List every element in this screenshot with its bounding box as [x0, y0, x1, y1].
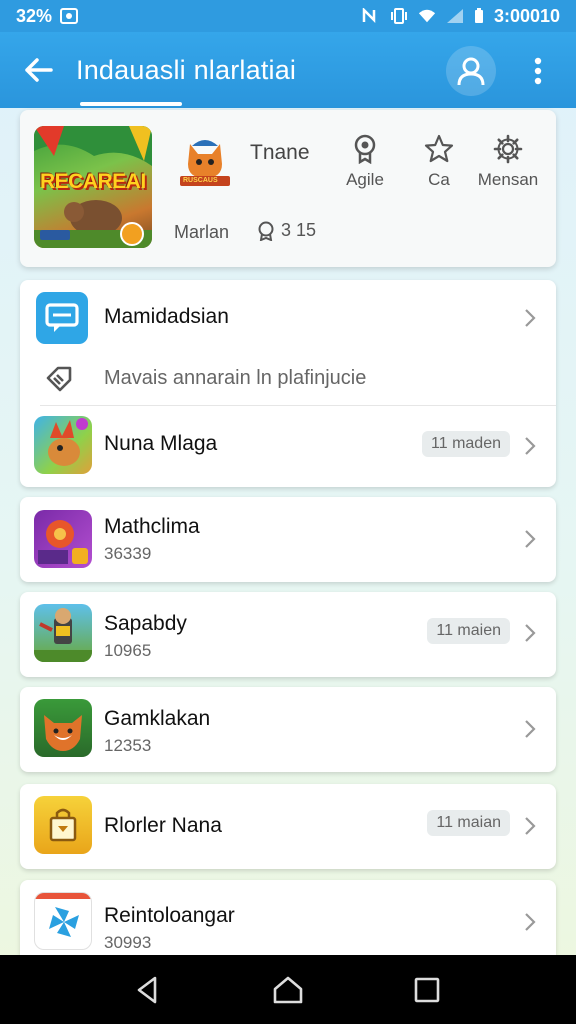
chevron-right-icon: [525, 309, 536, 327]
action-agile[interactable]: Agile: [330, 134, 400, 190]
nfc-icon: [362, 8, 376, 24]
list-item[interactable]: Rlorler Nana 11 maian: [20, 784, 556, 869]
chevron-right-icon: [525, 437, 536, 455]
list-item[interactable]: Gamklakan 12353: [20, 687, 556, 772]
chevron-right-icon: [525, 624, 536, 642]
app-icon: [34, 604, 92, 662]
back-button[interactable]: [0, 32, 76, 108]
nav-home-button[interactable]: [271, 973, 305, 1007]
badge-icon: [354, 134, 376, 164]
ribbon-icon: [258, 221, 274, 241]
clock-text: 3:00010: [493, 5, 560, 26]
list-item-messages[interactable]: Mamidadsian: [20, 280, 556, 352]
row-title: Mamidadsian: [104, 305, 229, 328]
signal-icon: [446, 9, 463, 23]
status-bar: 32% 3:00010: [0, 0, 576, 32]
list-card-group: Mamidadsian Mavais annarain ln plafinjuc…: [20, 280, 556, 487]
row-subtitle: 30993: [104, 933, 152, 952]
photo-notification-icon: [60, 8, 79, 24]
row-subtitle: 36339: [104, 544, 152, 563]
vibrate-icon: [390, 8, 407, 24]
more-vert-icon: [534, 57, 542, 85]
app-icon: [34, 699, 92, 757]
battery-percent-text: 32%: [16, 5, 53, 26]
action-favorite-label: Ca: [428, 170, 450, 189]
featured-meta-text: Marlan: [174, 222, 230, 242]
action-agile-label: Agile: [346, 170, 384, 189]
overflow-menu-button[interactable]: [520, 46, 556, 96]
chevron-right-icon: [525, 913, 536, 931]
row-title: Nuna Mlaga: [104, 432, 218, 455]
nav-back-button[interactable]: [131, 973, 165, 1007]
fox-character-icon: [44, 715, 82, 751]
gear-icon: [493, 134, 523, 164]
arrow-left-icon: [25, 58, 53, 82]
star-icon: [424, 134, 454, 163]
shopping-bag-icon: [49, 808, 77, 842]
pinwheel-icon: [35, 893, 91, 937]
warrior-character-icon: [34, 608, 92, 662]
row-title: Mathclima: [104, 515, 200, 538]
nav-recents-button[interactable]: [410, 973, 444, 1007]
featured-game-art: RECAREAI: [34, 126, 152, 248]
action-settings[interactable]: Mensan: [473, 134, 543, 190]
action-settings-label: Mensan: [477, 170, 539, 189]
featured-count: 3 15: [257, 220, 316, 241]
app-icon: [34, 892, 92, 950]
chat-bubble-icon: [45, 303, 79, 332]
list-item[interactable]: Reintoloangar 30993: [20, 880, 556, 965]
row-description: Mavais annarain ln plafinjucie: [104, 367, 367, 389]
wifi-icon: [418, 9, 436, 23]
person-icon: [457, 57, 485, 86]
game-app-icon: [34, 416, 92, 474]
hero-character-icon: [38, 520, 88, 564]
creature-icon: [48, 418, 88, 466]
featured-count-value: 3 15: [281, 220, 317, 240]
chevron-right-icon: [525, 530, 536, 548]
list-item[interactable]: Mathclima 36339: [20, 497, 556, 582]
system-nav-bar: [0, 955, 576, 1024]
list-item[interactable]: Sapabdy 10965 11 maien: [20, 592, 556, 677]
app-icon: [34, 510, 92, 568]
developer-logo: RUSCAUS: [178, 134, 232, 188]
update-pill: 11 maden: [422, 431, 510, 457]
developer-logo-text: RUSCAUS: [183, 177, 218, 184]
row-title: Rlorler Nana: [104, 814, 222, 837]
list-item-info[interactable]: Mavais annarain ln plafinjucie: [20, 352, 556, 404]
app-icon: [34, 796, 92, 854]
chat-app-icon: [36, 292, 88, 344]
row-subtitle: 10965: [104, 641, 152, 660]
featured-game-title: RECAREAI: [40, 170, 146, 193]
row-title: Gamklakan: [104, 707, 211, 730]
tab-indicator: [80, 102, 182, 106]
profile-button[interactable]: [446, 46, 496, 96]
list-item-game[interactable]: Nuna Mlaga 11 maden: [20, 406, 556, 487]
tag-icon: [46, 366, 72, 392]
action-favorite[interactable]: Ca: [404, 134, 474, 190]
row-title: Sapabdy: [104, 612, 187, 635]
chevron-right-icon: [525, 817, 536, 835]
row-title: Reintoloangar: [104, 904, 235, 927]
chevron-right-icon: [525, 720, 536, 738]
developer-name: Tnane: [250, 141, 310, 164]
app-bar: Indauasli nlarlatiai: [0, 32, 576, 108]
battery-icon: [474, 8, 483, 23]
row-subtitle: 12353: [104, 736, 152, 755]
featured-app-card[interactable]: RECAREAI RUSCAUS Tnane Agile Ca Mensan M…: [20, 110, 556, 267]
update-pill: 11 maien: [427, 618, 510, 644]
page-title: Indauasli nlarlatiai: [76, 54, 297, 85]
update-pill: 11 maian: [427, 810, 510, 836]
